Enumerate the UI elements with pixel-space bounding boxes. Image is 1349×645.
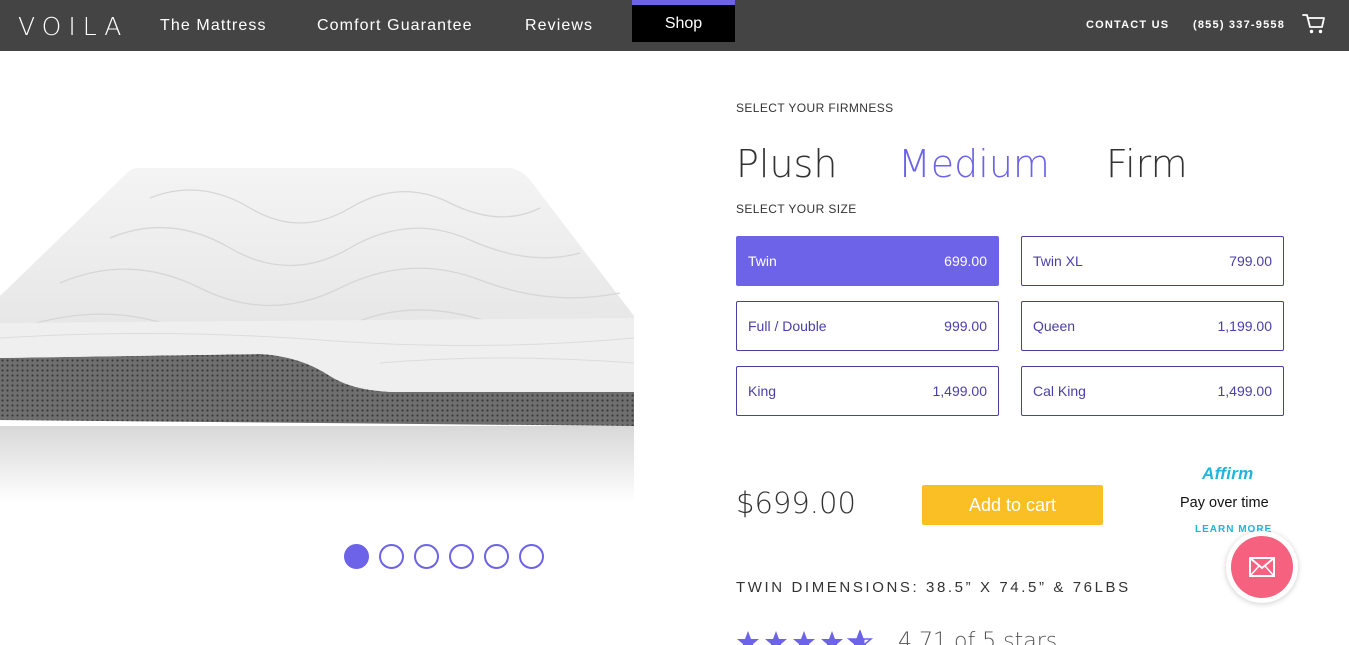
mail-button[interactable] — [1226, 531, 1298, 603]
affirm-tagline: Pay over time — [1180, 495, 1269, 511]
star-icon — [821, 631, 843, 645]
star-icon — [737, 631, 759, 645]
carousel-dot-4[interactable] — [449, 544, 474, 569]
star-icon — [765, 631, 787, 645]
size-name: Full / Double — [748, 318, 827, 334]
size-price: 699.00 — [944, 253, 987, 269]
mail-icon — [1231, 536, 1293, 598]
contact-us-link[interactable]: CONTACT US — [1086, 19, 1169, 31]
size-price: 1,199.00 — [1217, 318, 1273, 334]
carousel-dot-1[interactable] — [344, 544, 369, 569]
size-name: King — [748, 383, 777, 399]
carousel-dot-5[interactable] — [484, 544, 509, 569]
firmness-label: SELECT YOUR FIRMNESS — [736, 101, 894, 115]
size-option-twin[interactable]: Twin 699.00 — [736, 236, 999, 286]
top-nav: VOILA The Mattress Comfort Guarantee Rev… — [0, 0, 1349, 51]
size-price: 999.00 — [944, 318, 987, 334]
size-option-twin-xl[interactable]: Twin XL 799.00 — [1021, 236, 1284, 286]
star-icon — [846, 628, 874, 645]
size-option-queen[interactable]: Queen 1,199.00 — [1021, 301, 1284, 351]
star-icon — [793, 631, 815, 645]
logo[interactable]: VOILA — [18, 12, 128, 41]
phone-link[interactable]: (855) 337-9558 — [1193, 19, 1285, 31]
cart-icon[interactable] — [1302, 13, 1326, 35]
firmness-option-plush[interactable]: Plush — [736, 142, 837, 186]
size-price: 1,499.00 — [1217, 383, 1273, 399]
mattress-image — [0, 168, 636, 503]
price: $699.00 — [736, 486, 856, 520]
size-label: SELECT YOUR SIZE — [736, 202, 857, 216]
size-name: Cal King — [1033, 383, 1086, 399]
size-name: Twin XL — [1033, 253, 1083, 269]
size-price: 1,499.00 — [932, 383, 988, 399]
add-to-cart-button[interactable]: Add to cart — [922, 485, 1103, 525]
rating-text: 4.71 of 5 stars — [898, 629, 1058, 645]
carousel-dot-6[interactable] — [519, 544, 544, 569]
carousel-dot-2[interactable] — [379, 544, 404, 569]
dimensions-text: TWIN DIMENSIONS: 38.5” X 74.5” & 76LBS — [736, 579, 1131, 596]
star-rating — [736, 628, 876, 645]
size-option-king[interactable]: King 1,499.00 — [736, 366, 999, 416]
shop-button[interactable]: Shop — [632, 0, 735, 42]
size-option-cal-king[interactable]: Cal King 1,499.00 — [1021, 366, 1284, 416]
size-name: Twin — [748, 253, 777, 269]
size-option-full-double[interactable]: Full / Double 999.00 — [736, 301, 999, 351]
size-name: Queen — [1033, 318, 1076, 334]
shop-label: Shop — [664, 15, 703, 32]
firmness-option-medium[interactable]: Medium — [898, 142, 1050, 186]
carousel-dot-3[interactable] — [414, 544, 439, 569]
nav-link-comfort-guarantee[interactable]: Comfort Guarantee — [317, 17, 473, 35]
nav-link-reviews[interactable]: Reviews — [525, 17, 593, 35]
firmness-option-firm[interactable]: Firm — [1106, 142, 1188, 186]
affirm-logo: Affirm — [1202, 464, 1254, 483]
nav-link-the-mattress[interactable]: The Mattress — [160, 17, 267, 35]
size-price: 799.00 — [1229, 253, 1272, 269]
